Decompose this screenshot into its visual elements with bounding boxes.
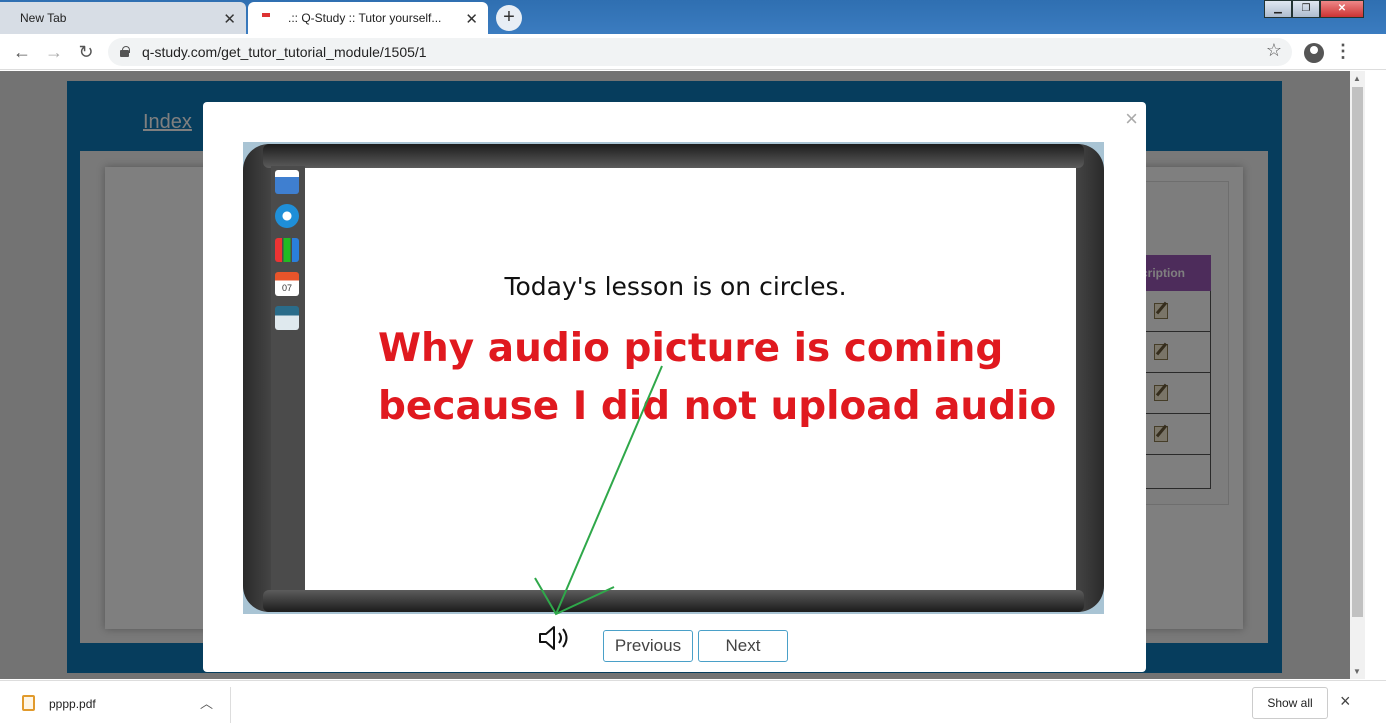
download-bar: pppp.pdf ︿ Show all × <box>0 680 1386 726</box>
play-icon[interactable] <box>275 204 299 228</box>
tab-label: New Tab <box>20 11 67 25</box>
download-file-name[interactable]: pppp.pdf <box>49 697 96 711</box>
minimize-button[interactable]: ▁ <box>1264 0 1292 18</box>
annotation-text: Why audio picture is coming because I di… <box>378 326 1057 429</box>
whiteboard-bottom-edge <box>263 590 1084 612</box>
next-button[interactable]: Next <box>698 630 788 662</box>
scroll-down-icon[interactable]: ▼ <box>1353 667 1361 676</box>
tab-close-icon[interactable]: ✕ <box>465 10 478 28</box>
calculator-icon[interactable] <box>275 306 299 330</box>
pdf-file-icon <box>22 695 35 711</box>
menu-icon[interactable]: ⋮ <box>1334 41 1352 62</box>
previous-button[interactable]: Previous <box>603 630 693 662</box>
window-controls: ▁ ❐ ✕ <box>1264 0 1364 18</box>
tab-label: .:: Q-Study :: Tutor yourself... <box>288 11 442 25</box>
divider <box>230 687 231 723</box>
tab-close-icon[interactable]: ✕ <box>223 10 236 28</box>
reload-icon[interactable]: ↻ <box>74 40 98 64</box>
forward-arrow-icon[interactable]: → <box>42 40 66 64</box>
scroll-up-icon[interactable]: ▲ <box>1353 74 1361 83</box>
scroll-thumb[interactable] <box>1352 87 1363 617</box>
lock-icon <box>120 46 130 57</box>
account-icon[interactable] <box>1304 43 1324 63</box>
chevron-up-icon[interactable]: ︿ <box>200 693 213 712</box>
tab-new-tab[interactable]: New Tab ✕ <box>0 2 246 34</box>
download-bar-close-icon[interactable]: × <box>1340 691 1351 712</box>
window-close-button[interactable]: ✕ <box>1320 0 1364 18</box>
show-all-button[interactable]: Show all <box>1252 687 1328 719</box>
modal-close-button[interactable]: × <box>1125 106 1138 132</box>
whiteboard-top-edge <box>263 144 1084 168</box>
date-calendar-icon[interactable]: 07 <box>275 272 299 296</box>
lesson-text: Today's lesson is on circles. <box>504 272 847 301</box>
new-tab-button[interactable]: + <box>496 5 522 31</box>
bar-chart-icon[interactable] <box>275 238 299 262</box>
restore-button[interactable]: ❐ <box>1292 0 1320 18</box>
q-study-favicon-icon <box>260 13 274 23</box>
browser-toolbar: ← → ↻ q-study.com/get_tutor_tutorial_mod… <box>0 34 1386 70</box>
whiteboard-toolbar: 07 <box>271 166 305 590</box>
calendar-grid-icon[interactable] <box>275 170 299 194</box>
url-text: q-study.com/get_tutor_tutorial_module/15… <box>142 44 427 60</box>
page-scrollbar[interactable]: ▲ ▼ <box>1350 71 1365 679</box>
back-arrow-icon[interactable]: ← <box>10 40 34 64</box>
browser-titlebar: New Tab ✕ .:: Q-Study :: Tutor yourself.… <box>0 0 1386 34</box>
speaker-icon[interactable] <box>537 624 577 652</box>
address-bar[interactable]: q-study.com/get_tutor_tutorial_module/15… <box>108 38 1292 66</box>
star-icon[interactable]: ☆ <box>1266 40 1282 61</box>
tab-q-study[interactable]: .:: Q-Study :: Tutor yourself... ✕ <box>248 2 488 34</box>
